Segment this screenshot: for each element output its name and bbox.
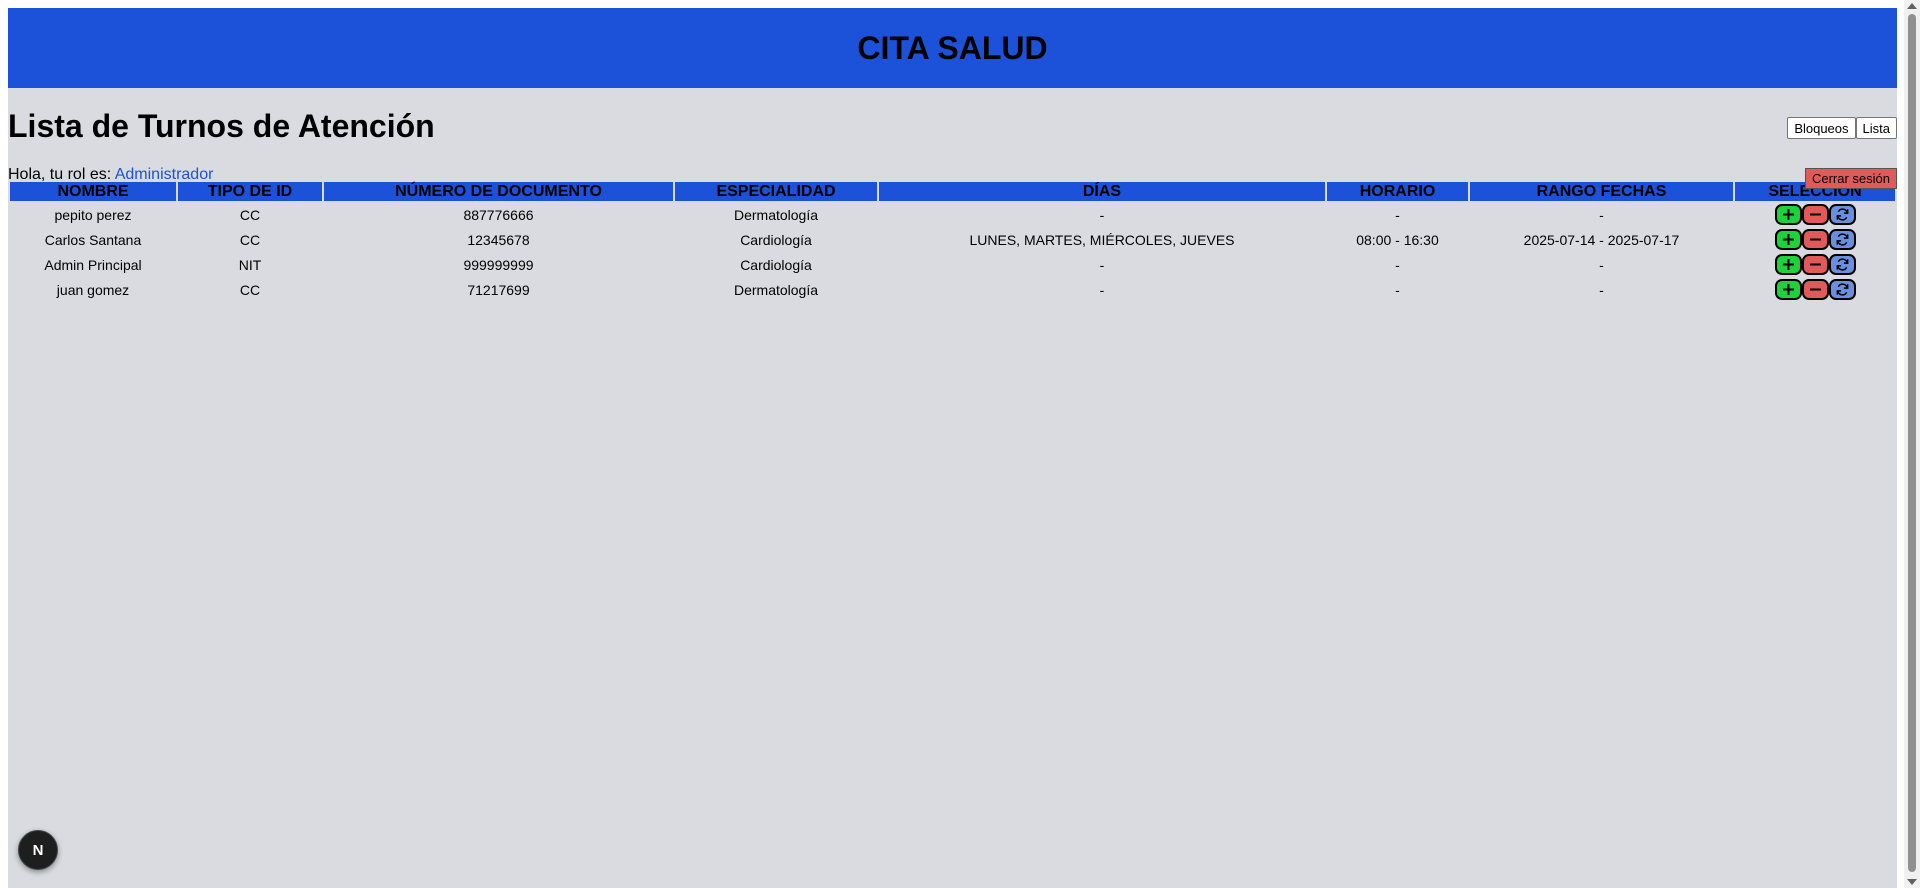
add-button[interactable]	[1774, 229, 1802, 250]
cell-dias: -	[1099, 206, 1105, 223]
user-role: Administrador	[114, 166, 214, 183]
minus-icon	[1809, 263, 1821, 266]
nextjs-badge-label: N	[32, 841, 44, 859]
refresh-button[interactable]	[1828, 229, 1856, 250]
cell-especialidad: Dermatología	[733, 206, 819, 223]
refresh-button[interactable]	[1828, 204, 1856, 225]
cell-dias: LUNES, MARTES, MIÉRCOLES, JUEVES	[969, 231, 1235, 248]
cell-seleccion	[1735, 278, 1895, 301]
cell-horario: -	[1395, 281, 1400, 298]
refresh-icon	[1836, 208, 1848, 221]
lista-button[interactable]: Lista	[1855, 117, 1897, 139]
cell-nombre: Admin Principal	[44, 256, 142, 273]
table-body: pepito perez CC 887776666 Dermatología -…	[10, 203, 1895, 301]
app-title: CITA SALUD	[857, 29, 1048, 66]
cell-nombre: juan gomez	[56, 281, 130, 298]
plus-icon	[1782, 234, 1794, 245]
column-header-dias: DÍAS	[879, 182, 1325, 201]
cell-documento: 887776666	[463, 206, 534, 223]
column-header-horario: HORARIO	[1327, 182, 1468, 201]
minus-icon	[1809, 238, 1821, 241]
cell-especialidad: Cardiología	[740, 256, 812, 273]
bloqueos-button[interactable]: Bloqueos	[1787, 117, 1856, 139]
remove-button[interactable]	[1801, 229, 1829, 250]
cell-seleccion	[1735, 253, 1895, 276]
cell-horario: -	[1395, 256, 1400, 273]
cell-tipo-id: CC	[239, 231, 261, 248]
cell-horario: -	[1395, 206, 1400, 223]
cell-nombre: pepito perez	[54, 206, 132, 223]
cell-documento: 999999999	[463, 256, 534, 273]
plus-icon	[1782, 259, 1794, 270]
plus-icon	[1782, 284, 1794, 295]
cell-rango-fechas: -	[1599, 281, 1604, 298]
logout-button[interactable]: Cerrar sesión	[1804, 168, 1897, 189]
cell-documento: 12345678	[467, 231, 530, 248]
plus-icon	[1782, 209, 1794, 220]
column-header-especialidad: ESPECIALIDAD	[675, 182, 877, 201]
cell-nombre: Carlos Santana	[44, 231, 142, 248]
add-button[interactable]	[1774, 279, 1802, 300]
vertical-scrollbar[interactable]	[1904, 0, 1920, 888]
cell-seleccion	[1735, 203, 1895, 226]
minus-icon	[1809, 288, 1821, 291]
cell-rango-fechas: -	[1599, 206, 1604, 223]
turnos-table: NOMBRE TIPO DE ID NÚMERO DE DOCUMENTO ES…	[8, 180, 1897, 303]
remove-button[interactable]	[1801, 279, 1829, 300]
page: CITA SALUD Lista de Turnos de Atención B…	[8, 8, 1897, 888]
greeting-row: Hola, tu rol es: Administrador Cerrar se…	[8, 150, 1897, 189]
remove-button[interactable]	[1801, 204, 1829, 225]
cell-dias: -	[1099, 281, 1105, 298]
refresh-icon	[1836, 283, 1848, 296]
column-header-rango-fechas: RANGO FECHAS	[1470, 182, 1733, 201]
cell-tipo-id: CC	[239, 206, 261, 223]
greeting: Hola, tu rol es: Administrador	[8, 166, 213, 184]
row-actions	[1774, 279, 1856, 300]
title-row: Lista de Turnos de Atención Bloqueos Lis…	[8, 88, 1897, 150]
cell-tipo-id: CC	[239, 281, 261, 298]
cell-rango-fechas: -	[1599, 256, 1604, 273]
nextjs-badge-icon[interactable]: N	[18, 830, 58, 870]
table-row: Carlos Santana CC 12345678 Cardiología L…	[10, 228, 1895, 251]
scroll-thumb[interactable]	[1908, 14, 1916, 872]
scroll-down-arrow-icon[interactable]	[1907, 879, 1917, 885]
greeting-prefix: Hola, tu rol es:	[8, 166, 115, 183]
nav-buttons: Bloqueos Lista	[1787, 117, 1897, 139]
cell-horario: 08:00 - 16:30	[1356, 231, 1439, 248]
refresh-button[interactable]	[1828, 254, 1856, 275]
table-row: juan gomez CC 71217699 Dermatología - - …	[10, 278, 1895, 301]
page-title: Lista de Turnos de Atención	[8, 108, 435, 144]
remove-button[interactable]	[1801, 254, 1829, 275]
scroll-up-arrow-icon[interactable]	[1907, 3, 1917, 9]
cell-especialidad: Cardiología	[740, 231, 812, 248]
add-button[interactable]	[1774, 204, 1802, 225]
column-header-tipo-id: TIPO DE ID	[178, 182, 322, 201]
row-actions	[1774, 254, 1856, 275]
row-actions	[1774, 204, 1856, 225]
table-header-row: NOMBRE TIPO DE ID NÚMERO DE DOCUMENTO ES…	[10, 182, 1895, 201]
column-header-nombre: NOMBRE	[10, 182, 176, 201]
cell-especialidad: Dermatología	[733, 281, 819, 298]
cell-tipo-id: NIT	[238, 256, 262, 273]
row-actions	[1774, 229, 1856, 250]
refresh-button[interactable]	[1828, 279, 1856, 300]
column-header-documento: NÚMERO DE DOCUMENTO	[324, 182, 673, 201]
add-button[interactable]	[1774, 254, 1802, 275]
minus-icon	[1809, 213, 1821, 216]
app-header: CITA SALUD	[8, 8, 1897, 88]
table-row: Admin Principal NIT 999999999 Cardiologí…	[10, 253, 1895, 276]
cell-documento: 71217699	[467, 281, 530, 298]
cell-seleccion	[1735, 228, 1895, 251]
cell-rango-fechas: 2025-07-14 - 2025-07-17	[1523, 231, 1680, 248]
refresh-icon	[1836, 233, 1848, 246]
table-row: pepito perez CC 887776666 Dermatología -…	[10, 203, 1895, 226]
refresh-icon	[1836, 258, 1848, 271]
cell-dias: -	[1099, 256, 1105, 273]
